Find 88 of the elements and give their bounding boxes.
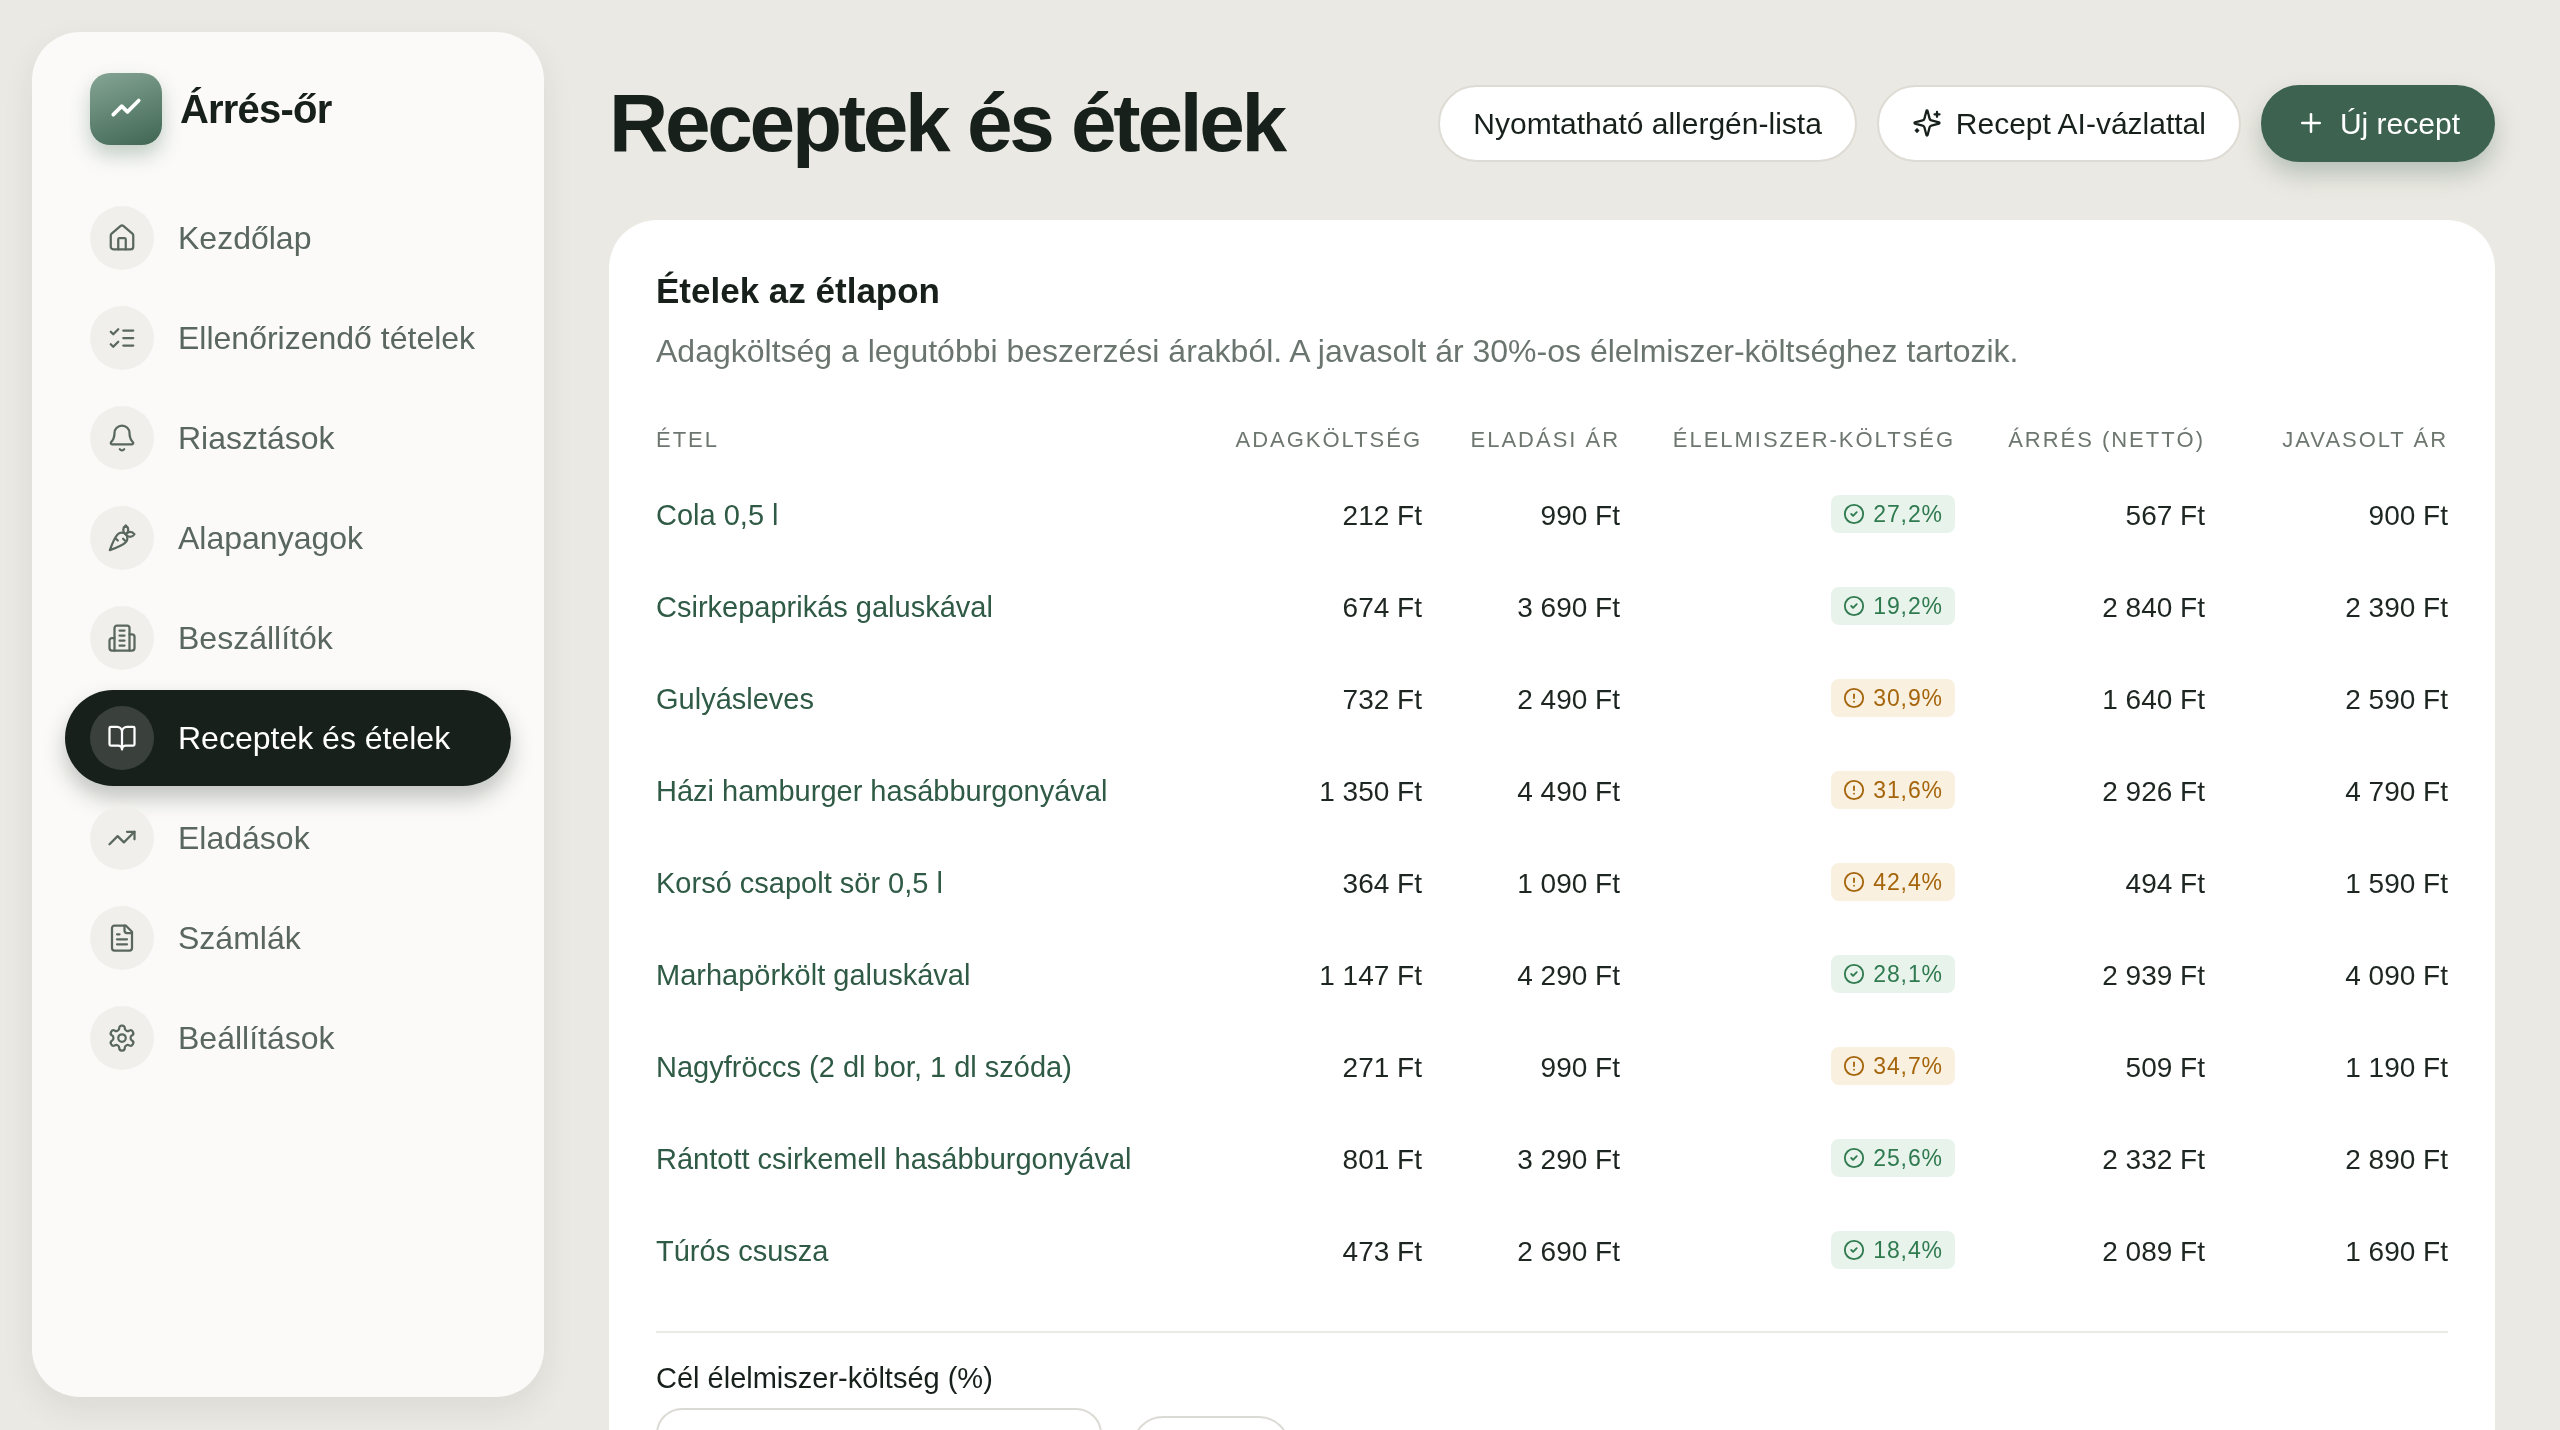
card-title: Ételek az étlapon — [656, 270, 941, 312]
new-recipe-button[interactable]: Új recept — [2260, 84, 2495, 162]
alert-circle-icon — [1843, 1055, 1866, 1077]
dish-link[interactable]: Cola 0,5 l — [656, 499, 779, 532]
table-cell: 900 Ft — [2205, 470, 2448, 562]
ai-draft-button[interactable]: Recept AI-vázlattal — [1876, 84, 2241, 162]
table-cell: 2 490 Ft — [1422, 654, 1620, 746]
sidebar-item[interactable]: Beállítások — [65, 990, 511, 1086]
app-name: Árrés-őr — [180, 87, 332, 131]
table-cell: 509 Ft — [1955, 1022, 2205, 1114]
table-cell: 364 Ft — [1230, 838, 1422, 930]
table-cell: 990 Ft — [1422, 1022, 1620, 1114]
check-circle-icon — [1843, 1147, 1866, 1169]
card-description: Adagköltség a legutóbbi beszerzési árakból. A javasolt ár 30%-os élelmiszer-költséghez tartozik. — [656, 332, 2020, 371]
table-cell: 801 Ft — [1230, 1114, 1422, 1206]
table-cell: 2 590 Ft — [2205, 654, 2448, 746]
sidebar-item[interactable]: Számlák — [65, 890, 511, 986]
food-cost-text: 27,2% — [1873, 499, 1943, 529]
sidebar-item[interactable]: Receptek és ételek — [65, 690, 511, 786]
table-cell: 1 690 Ft — [2205, 1206, 2448, 1298]
dish-link[interactable]: Korsó csapolt sör 0,5 l — [656, 867, 943, 900]
dish-link[interactable]: Gulyásleves — [656, 683, 814, 716]
sidebar-item[interactable]: Eladások — [65, 790, 511, 886]
table-cell: 1 640 Ft — [1955, 654, 2205, 746]
sidebar-item[interactable]: Alapanyagok — [65, 490, 511, 586]
table-cell: 674 Ft — [1230, 562, 1422, 654]
table-cell: 2 690 Ft — [1422, 1206, 1620, 1298]
table-cell: 4 490 Ft — [1422, 746, 1620, 838]
column-header: ADAGKÖLTSÉG — [1230, 408, 1422, 470]
sidebar-item[interactable]: Beszállítók — [65, 590, 511, 686]
food-cost-text: 25,6% — [1873, 1143, 1943, 1173]
column-header: ÉTEL — [656, 408, 1230, 470]
table-cell: 1 147 Ft — [1230, 930, 1422, 1022]
sidebar-item[interactable]: Kezdőlap — [65, 190, 511, 286]
column-header: ELADÁSI ÁR — [1422, 408, 1620, 470]
table-cell: 3 290 Ft — [1422, 1114, 1620, 1206]
food-cost-text: 31,6% — [1873, 775, 1943, 805]
table-cell: 2 089 Ft — [1955, 1206, 2205, 1298]
dish-link[interactable]: Házi hamburger hasábburgonyával — [656, 775, 1108, 808]
column-header: ÁRRÉS (NETTÓ) — [1955, 408, 2205, 470]
table-cell: 2 890 Ft — [2205, 1114, 2448, 1206]
table-cell: 1 590 Ft — [2205, 838, 2448, 930]
table-cell: 2 390 Ft — [2205, 562, 2448, 654]
food-cost-text: 34,7% — [1873, 1051, 1943, 1081]
column-header: JAVASOLT ÁR — [2205, 408, 2448, 470]
alert-circle-icon — [1843, 687, 1866, 709]
alert-circle-icon — [1843, 779, 1866, 801]
food-cost-text: 19,2% — [1873, 591, 1943, 621]
food-cost-text: 30,9% — [1873, 683, 1943, 713]
table-cell: 990 Ft — [1422, 470, 1620, 562]
check-circle-icon — [1843, 1239, 1866, 1261]
table-cell: 3 690 Ft — [1422, 562, 1620, 654]
check-circle-icon — [1843, 963, 1866, 985]
allergen-list-button[interactable]: Nyomtatható allergén-lista — [1438, 84, 1857, 162]
dish-link[interactable]: Nagyfröccs (2 dl bor, 1 dl szóda) — [656, 1051, 1072, 1084]
logo-icon — [90, 73, 162, 145]
food-cost-text: 28,1% — [1873, 959, 1943, 989]
check-circle-icon — [1843, 595, 1866, 617]
table-cell: 4 790 Ft — [2205, 746, 2448, 838]
sidebar-item[interactable]: Riasztások — [65, 390, 511, 486]
page-title: Receptek és ételek — [609, 77, 1284, 169]
alert-circle-icon — [1843, 871, 1866, 893]
table-cell: 271 Ft — [1230, 1022, 1422, 1114]
dish-link[interactable]: Rántott csirkemell hasábburgonyával — [656, 1143, 1132, 1176]
table-cell: 1 190 Ft — [2205, 1022, 2448, 1114]
table-cell: 2 840 Ft — [1955, 562, 2205, 654]
table-cell: 1 090 Ft — [1422, 838, 1620, 930]
table-cell: 212 Ft — [1230, 470, 1422, 562]
food-cost-text: 18,4% — [1873, 1235, 1943, 1265]
dish-link[interactable]: Túrós csusza — [656, 1235, 829, 1268]
table-cell: 473 Ft — [1230, 1206, 1422, 1298]
sparkles-icon — [1911, 108, 1942, 138]
check-circle-icon — [1843, 503, 1866, 525]
table-cell: 1 350 Ft — [1230, 746, 1422, 838]
dish-link[interactable]: Marhapörkölt galuskával — [656, 959, 971, 992]
column-header: ÉLELMISZER-KÖLTSÉG — [1620, 408, 1955, 470]
sidebar-item[interactable]: Ellenőrizendő tételek — [65, 290, 511, 386]
table-cell: 2 939 Ft — [1955, 930, 2205, 1022]
table-cell: 494 Ft — [1955, 838, 2205, 930]
table-cell: 2 926 Ft — [1955, 746, 2205, 838]
table-cell: 4 090 Ft — [2205, 930, 2448, 1022]
table-cell: 4 290 Ft — [1422, 930, 1620, 1022]
food-cost-text: 42,4% — [1873, 867, 1943, 897]
table-cell: 567 Ft — [1955, 470, 2205, 562]
table-cell: 732 Ft — [1230, 654, 1422, 746]
table-cell: 2 332 Ft — [1955, 1114, 2205, 1206]
field-label: Cél élelmiszer-költség (%) — [656, 1361, 994, 1396]
dish-link[interactable]: Csirkepaprikás galuskával — [656, 591, 993, 624]
